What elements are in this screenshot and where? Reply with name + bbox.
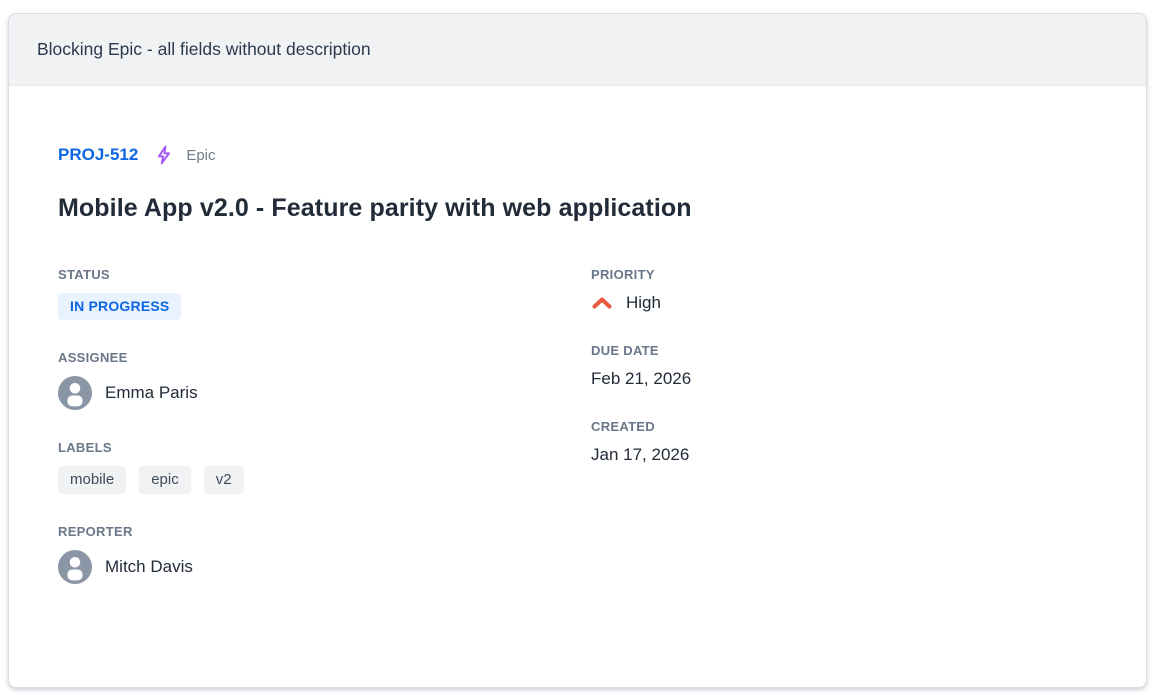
labels-chip-row: mobile epic v2 [58, 466, 591, 494]
field-reporter: REPORTER Mitch Davis [58, 524, 591, 584]
issue-card: Blocking Epic - all fields without descr… [8, 13, 1147, 688]
priority-value: High [626, 293, 661, 313]
fields-column-right: PRIORITY High DUE DATE Feb 21, 2026 [591, 267, 1097, 614]
field-priority-label: PRIORITY [591, 267, 1097, 282]
issue-key-link[interactable]: PROJ-512 [58, 145, 138, 165]
field-labels-label: LABELS [58, 440, 591, 455]
field-assignee-label: ASSIGNEE [58, 350, 591, 365]
field-status: STATUS IN PROGRESS [58, 267, 591, 320]
issue-type-label: Epic [186, 147, 215, 164]
field-reporter-label: REPORTER [58, 524, 591, 539]
issue-key-row: PROJ-512 Epic [58, 144, 1097, 166]
status-badge: IN PROGRESS [58, 293, 181, 320]
field-assignee: ASSIGNEE Emma Paris [58, 350, 591, 410]
field-created-label: CREATED [591, 419, 1097, 434]
field-created: CREATED Jan 17, 2026 [591, 419, 1097, 465]
label-chip: v2 [204, 466, 244, 494]
field-priority: PRIORITY High [591, 267, 1097, 313]
card-header: Blocking Epic - all fields without descr… [9, 14, 1146, 86]
field-status-label: STATUS [58, 267, 591, 282]
card-body: PROJ-512 Epic Mobile App v2.0 - Feature … [9, 86, 1146, 614]
field-labels: LABELS mobile epic v2 [58, 440, 591, 494]
label-chip: epic [139, 466, 191, 494]
reporter-avatar-icon [58, 550, 92, 584]
label-chip: mobile [58, 466, 126, 494]
assignee-name: Emma Paris [105, 383, 198, 403]
epic-bolt-icon [153, 144, 175, 166]
priority-high-chevron-icon [591, 296, 613, 310]
created-value: Jan 17, 2026 [591, 445, 1097, 465]
field-due-date-label: DUE DATE [591, 343, 1097, 358]
due-date-value: Feb 21, 2026 [591, 369, 1097, 389]
reporter-name: Mitch Davis [105, 557, 193, 577]
fields-grid: STATUS IN PROGRESS ASSIGNEE Emm [58, 267, 1097, 614]
fields-column-left: STATUS IN PROGRESS ASSIGNEE Emm [58, 267, 591, 614]
issue-title: Mobile App v2.0 - Feature parity with we… [58, 194, 1097, 223]
assignee-avatar-icon [58, 376, 92, 410]
card-header-title: Blocking Epic - all fields without descr… [37, 39, 371, 60]
field-due-date: DUE DATE Feb 21, 2026 [591, 343, 1097, 389]
